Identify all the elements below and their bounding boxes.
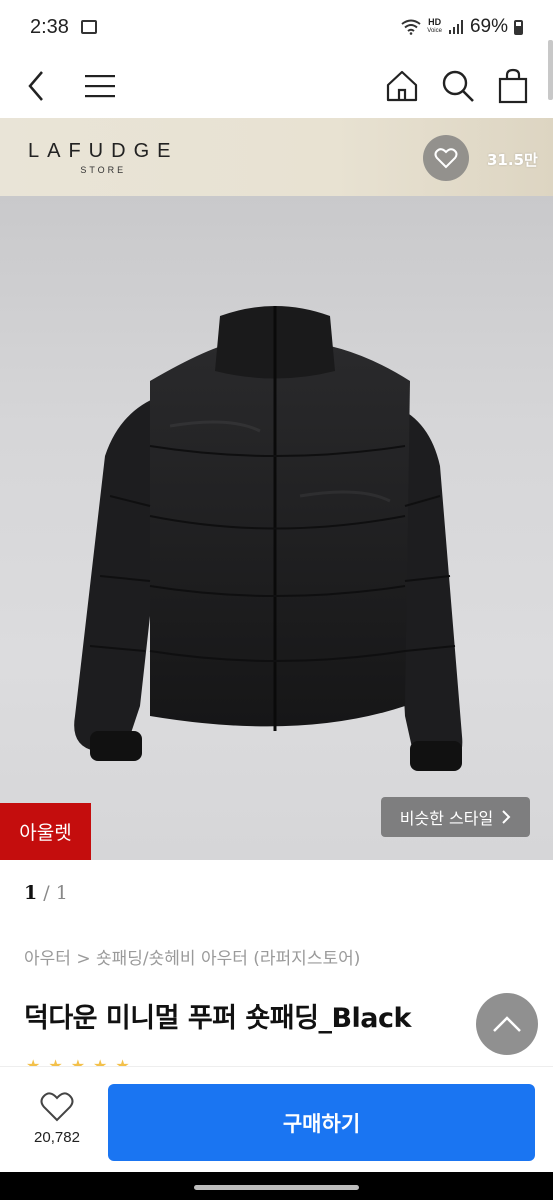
status-bar: 2:38 HD Voice 69% [0, 0, 553, 54]
store-favorite-count: 31.5만 [487, 151, 538, 169]
store-banner[interactable]: LAFUDGE STORE [0, 118, 553, 196]
store-favorite-button[interactable] [423, 135, 469, 181]
battery-icon [514, 19, 523, 35]
top-nav [0, 54, 553, 118]
like-count: 20,782 [34, 1129, 80, 1146]
shopping-bag-icon[interactable] [497, 68, 529, 104]
similar-style-button[interactable]: 비슷한 스타일 [381, 797, 530, 837]
similar-style-label: 비슷한 스타일 [399, 809, 494, 828]
product-title: 덕다운 미니멀 푸퍼 숏패딩_Black [24, 1003, 411, 1034]
like-button[interactable]: 20,782 [24, 1091, 90, 1146]
bottom-purchase-bar: 20,782 구매하기 [0, 1066, 553, 1172]
wifi-icon [401, 19, 421, 35]
home-icon[interactable] [385, 69, 419, 103]
counter-separator: / [43, 882, 56, 904]
image-page-counter: 1 / 1 [24, 882, 68, 904]
outlet-badge: 아울렛 [0, 803, 91, 860]
scroll-to-top-button[interactable] [476, 993, 538, 1055]
current-image-index: 1 [24, 882, 38, 904]
buy-button[interactable]: 구매하기 [108, 1084, 535, 1161]
store-sub: STORE [80, 165, 127, 175]
hamburger-menu-icon[interactable] [84, 73, 116, 99]
nav-actions [385, 68, 529, 104]
chevron-up-icon [493, 1016, 521, 1032]
product-image[interactable] [0, 196, 553, 860]
status-time: 2:38 [30, 15, 69, 38]
chevron-right-icon [502, 810, 511, 824]
search-icon[interactable] [441, 69, 475, 103]
signal-icon [448, 20, 463, 34]
back-arrow-icon[interactable] [24, 70, 48, 102]
status-icons: HD Voice 69% [401, 16, 523, 38]
heart-icon [434, 148, 458, 169]
jacket-image [74, 306, 463, 771]
total-image-count: 1 [55, 882, 68, 904]
store-logo[interactable]: LAFUDGE STORE [28, 140, 178, 175]
home-indicator[interactable] [194, 1185, 359, 1190]
store-name: LAFUDGE [28, 140, 179, 162]
gallery-notification-icon [80, 20, 97, 34]
heart-outline-icon [40, 1092, 74, 1122]
category-breadcrumb[interactable]: 아우터 > 숏패딩/숏헤비 아우터 (라퍼지스토어) [24, 944, 360, 969]
battery-percent: 69% [469, 16, 508, 37]
hd-voice-indicator: HD Voice [427, 17, 442, 35]
